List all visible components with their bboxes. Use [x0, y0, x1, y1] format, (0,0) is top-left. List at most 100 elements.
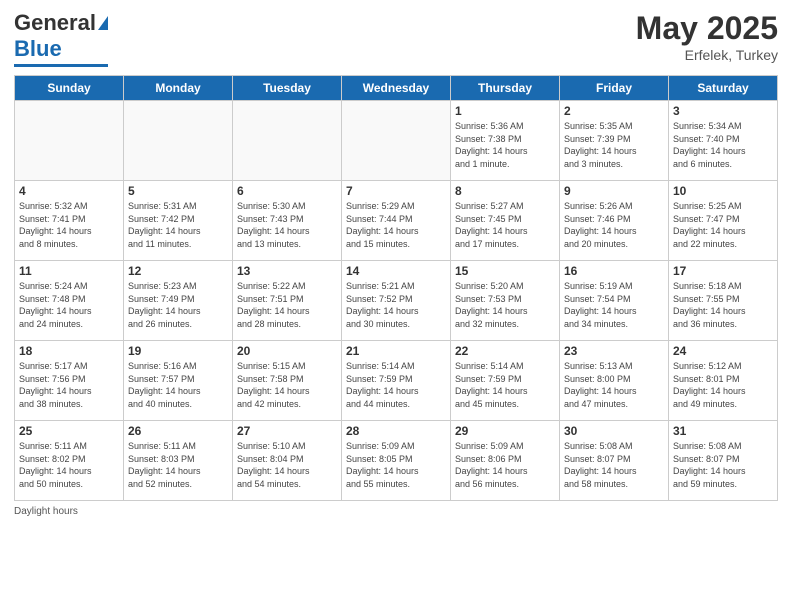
table-row: 20Sunrise: 5:15 AM Sunset: 7:58 PM Dayli… — [233, 341, 342, 421]
logo-triangle-icon — [98, 16, 108, 30]
logo-underline — [14, 64, 108, 67]
day-number: 6 — [237, 184, 337, 198]
day-info: Sunrise: 5:14 AM Sunset: 7:59 PM Dayligh… — [455, 360, 555, 410]
day-info: Sunrise: 5:36 AM Sunset: 7:38 PM Dayligh… — [455, 120, 555, 170]
day-info: Sunrise: 5:30 AM Sunset: 7:43 PM Dayligh… — [237, 200, 337, 250]
calendar-week-4: 18 Sunrise: 5:17 AM Sunset: 7:56 PM Dayli… — [15, 341, 778, 421]
table-row: 23Sunrise: 5:13 AM Sunset: 8:00 PM Dayli… — [560, 341, 669, 421]
day-number: 17 — [673, 264, 773, 278]
day-info: Sunrise: 5:09 AM Sunset: 8:05 PM Dayligh… — [346, 440, 446, 490]
logo-general-text: General — [14, 10, 96, 36]
day-number: 26 — [128, 424, 228, 438]
day-number: 16 — [564, 264, 664, 278]
calendar-week-5: 25 Sunrise: 5:11 AM Sunset: 8:02 PM Dayli… — [15, 421, 778, 501]
day-info: Sunrise: 5:19 AM Sunset: 7:54 PM Dayligh… — [564, 280, 664, 330]
day-number: 31 — [673, 424, 773, 438]
day-number: 18 — [19, 344, 119, 358]
day-number: 25 — [19, 424, 119, 438]
day-number: 1 — [455, 104, 555, 118]
day-number: 8 — [455, 184, 555, 198]
day-info: Sunrise: 5:14 AM Sunset: 7:59 PM Dayligh… — [346, 360, 446, 410]
day-info: Sunrise: 5:23 AM Sunset: 7:49 PM Dayligh… — [128, 280, 228, 330]
day-number: 30 — [564, 424, 664, 438]
day-info: Sunrise: 5:11 AM Sunset: 8:02 PM Dayligh… — [19, 440, 119, 490]
day-info: Sunrise: 5:34 AM Sunset: 7:40 PM Dayligh… — [673, 120, 773, 170]
day-number: 5 — [128, 184, 228, 198]
table-row: 14Sunrise: 5:21 AM Sunset: 7:52 PM Dayli… — [342, 261, 451, 341]
logo: General Blue — [14, 10, 108, 67]
day-number: 20 — [237, 344, 337, 358]
day-number: 12 — [128, 264, 228, 278]
table-row: 29 Sunrise: 5:09 AM Sunset: 8:06 PM Dayli… — [451, 421, 560, 501]
day-number: 10 — [673, 184, 773, 198]
table-row: 19Sunrise: 5:16 AM Sunset: 7:57 PM Dayli… — [124, 341, 233, 421]
day-info: Sunrise: 5:13 AM Sunset: 8:00 PM Dayligh… — [564, 360, 664, 410]
table-row: 13Sunrise: 5:22 AM Sunset: 7:51 PM Dayli… — [233, 261, 342, 341]
table-row: 22 Sunrise: 5:14 AM Sunset: 7:59 PM Dayli… — [451, 341, 560, 421]
calendar-table: Sunday Monday Tuesday Wednesday Thursday… — [14, 75, 778, 501]
table-row: 11 Sunrise: 5:24 AM Sunset: 7:48 PM Dayli… — [15, 261, 124, 341]
footer: Daylight hours — [14, 506, 778, 517]
day-info: Sunrise: 5:09 AM Sunset: 8:06 PM Dayligh… — [455, 440, 555, 490]
table-row: 1 Sunrise: 5:36 AM Sunset: 7:38 PM Daylig… — [451, 101, 560, 181]
day-number: 9 — [564, 184, 664, 198]
table-row: 8Sunrise: 5:27 AM Sunset: 7:45 PM Daylig… — [451, 181, 560, 261]
day-info: Sunrise: 5:29 AM Sunset: 7:44 PM Dayligh… — [346, 200, 446, 250]
day-number: 15 — [455, 264, 555, 278]
day-number: 22 — [455, 344, 555, 358]
table-row: 4Sunrise: 5:32 AM Sunset: 7:41 PM Daylig… — [15, 181, 124, 261]
table-row: 9 Sunrise: 5:26 AM Sunset: 7:46 PM Daylig… — [560, 181, 669, 261]
table-row: 31Sunrise: 5:08 AM Sunset: 8:07 PM Dayli… — [669, 421, 778, 501]
day-info: Sunrise: 5:20 AM Sunset: 7:53 PM Dayligh… — [455, 280, 555, 330]
day-number: 28 — [346, 424, 446, 438]
day-number: 13 — [237, 264, 337, 278]
title-block: May 2025 Erfelek, Turkey — [636, 10, 778, 63]
col-sunday: Sunday — [15, 76, 124, 101]
calendar-title: May 2025 — [636, 10, 778, 47]
col-friday: Friday — [560, 76, 669, 101]
col-wednesday: Wednesday — [342, 76, 451, 101]
table-row: 30Sunrise: 5:08 AM Sunset: 8:07 PM Dayli… — [560, 421, 669, 501]
day-number: 21 — [346, 344, 446, 358]
table-row: 10Sunrise: 5:25 AM Sunset: 7:47 PM Dayli… — [669, 181, 778, 261]
table-row — [124, 101, 233, 181]
col-thursday: Thursday — [451, 76, 560, 101]
table-row: 3 Sunrise: 5:34 AM Sunset: 7:40 PM Daylig… — [669, 101, 778, 181]
header: General Blue May 2025 Erfelek, Turkey — [14, 10, 778, 67]
table-row: 12 Sunrise: 5:23 AM Sunset: 7:49 PM Dayli… — [124, 261, 233, 341]
day-number: 4 — [19, 184, 119, 198]
day-number: 14 — [346, 264, 446, 278]
table-row: 28 Sunrise: 5:09 AM Sunset: 8:05 PM Dayli… — [342, 421, 451, 501]
col-tuesday: Tuesday — [233, 76, 342, 101]
day-info: Sunrise: 5:18 AM Sunset: 7:55 PM Dayligh… — [673, 280, 773, 330]
table-row: 18 Sunrise: 5:17 AM Sunset: 7:56 PM Dayli… — [15, 341, 124, 421]
table-row: 7Sunrise: 5:29 AM Sunset: 7:44 PM Daylig… — [342, 181, 451, 261]
calendar-location: Erfelek, Turkey — [636, 47, 778, 63]
table-row: 16 Sunrise: 5:19 AM Sunset: 7:54 PM Dayli… — [560, 261, 669, 341]
day-info: Sunrise: 5:16 AM Sunset: 7:57 PM Dayligh… — [128, 360, 228, 410]
table-row — [233, 101, 342, 181]
day-number: 3 — [673, 104, 773, 118]
calendar-week-3: 11 Sunrise: 5:24 AM Sunset: 7:48 PM Dayli… — [15, 261, 778, 341]
day-info: Sunrise: 5:17 AM Sunset: 7:56 PM Dayligh… — [19, 360, 119, 410]
page: General Blue May 2025 Erfelek, Turkey Su… — [0, 0, 792, 612]
table-row: 24Sunrise: 5:12 AM Sunset: 8:01 PM Dayli… — [669, 341, 778, 421]
col-monday: Monday — [124, 76, 233, 101]
table-row: 6 Sunrise: 5:30 AM Sunset: 7:43 PM Daylig… — [233, 181, 342, 261]
day-number: 11 — [19, 264, 119, 278]
day-info: Sunrise: 5:35 AM Sunset: 7:39 PM Dayligh… — [564, 120, 664, 170]
table-row: 25 Sunrise: 5:11 AM Sunset: 8:02 PM Dayli… — [15, 421, 124, 501]
table-row: 26 Sunrise: 5:11 AM Sunset: 8:03 PM Dayli… — [124, 421, 233, 501]
day-number: 27 — [237, 424, 337, 438]
calendar-week-2: 4Sunrise: 5:32 AM Sunset: 7:41 PM Daylig… — [15, 181, 778, 261]
footer-text: Daylight hours — [14, 506, 78, 517]
day-info: Sunrise: 5:12 AM Sunset: 8:01 PM Dayligh… — [673, 360, 773, 410]
table-row: 5 Sunrise: 5:31 AM Sunset: 7:42 PM Daylig… — [124, 181, 233, 261]
calendar-week-1: 1 Sunrise: 5:36 AM Sunset: 7:38 PM Daylig… — [15, 101, 778, 181]
day-number: 29 — [455, 424, 555, 438]
day-info: Sunrise: 5:24 AM Sunset: 7:48 PM Dayligh… — [19, 280, 119, 330]
day-info: Sunrise: 5:26 AM Sunset: 7:46 PM Dayligh… — [564, 200, 664, 250]
day-info: Sunrise: 5:11 AM Sunset: 8:03 PM Dayligh… — [128, 440, 228, 490]
table-row: 17 Sunrise: 5:18 AM Sunset: 7:55 PM Dayli… — [669, 261, 778, 341]
day-info: Sunrise: 5:31 AM Sunset: 7:42 PM Dayligh… — [128, 200, 228, 250]
